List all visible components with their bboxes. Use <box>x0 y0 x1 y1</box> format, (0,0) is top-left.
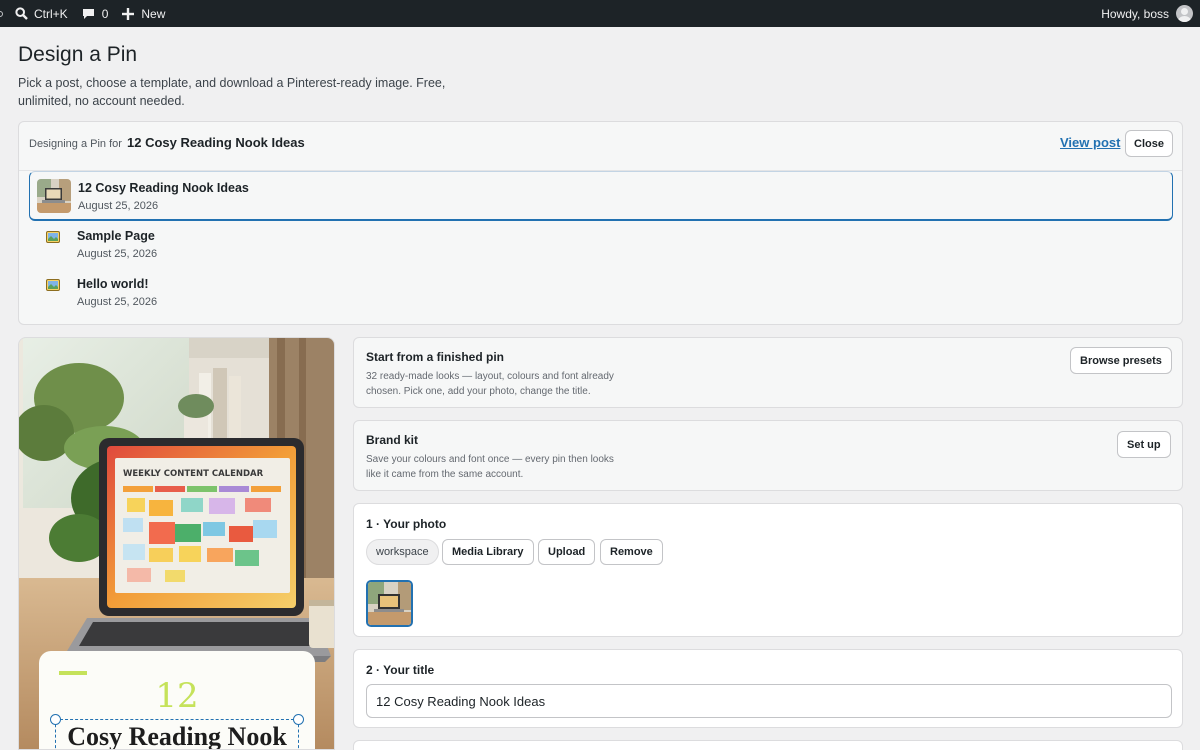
upload-button[interactable]: Upload <box>538 539 596 565</box>
howdy-greeting: Howdy, boss <box>1101 6 1169 21</box>
presets-title: Start from a finished pin <box>366 350 505 364</box>
pin-text-card: 12 Cosy Reading Nook <box>39 651 315 750</box>
title-panel: 2 · Your title <box>353 649 1183 728</box>
title-step-title: 2 · Your title <box>366 663 435 677</box>
pin-preview: WEEKLY CONTENT CALENDAR 12 Cosy Reading … <box>18 337 335 750</box>
remove-button[interactable]: Remove <box>600 539 663 565</box>
post-title: 12 Cosy Reading Nook Ideas <box>78 181 249 195</box>
browse-presets-button[interactable]: Browse presets <box>1070 347 1172 374</box>
post-date: August 25, 2026 <box>77 296 158 308</box>
post-selector: Designing a Pin for 12 Cosy Reading Nook… <box>18 121 1183 325</box>
comments-count: 0 <box>101 6 109 21</box>
post-title: Hello world! <box>77 277 149 291</box>
view-post-link[interactable]: View post <box>1060 135 1120 150</box>
brand-kit-panel: Brand kit Save your colours and font onc… <box>353 420 1183 491</box>
pin-accent-bar <box>59 671 87 675</box>
avatar <box>1176 5 1193 22</box>
post-title: Sample Page <box>77 229 155 243</box>
post-date: August 25, 2026 <box>78 200 159 212</box>
new-label: New <box>141 6 166 21</box>
brand-kit-title: Brand kit <box>366 433 419 447</box>
image-placeholder-icon <box>46 231 60 243</box>
designing-for-heading: Designing a Pin for 12 Cosy Reading Nook… <box>29 135 305 150</box>
pin-title-input[interactable] <box>366 684 1172 718</box>
page-description: Pick a post, choose a template, and down… <box>18 76 446 108</box>
new-content-button[interactable]: New <box>116 0 171 27</box>
admin-bar: Ctrl+K 0 New Howdy, boss <box>0 0 1200 27</box>
command-palette-button[interactable]: Ctrl+K <box>9 0 74 27</box>
close-button[interactable]: Close <box>1125 130 1173 157</box>
pin-title-text-box[interactable]: Cosy Reading Nook <box>55 719 299 750</box>
photo-panel: 1 · Your photo workspace Media Library U… <box>353 503 1183 637</box>
search-icon <box>15 7 28 20</box>
brand-kit-description: Save your colours and font once — every … <box>366 454 614 480</box>
pin-title: Cosy Reading Nook <box>67 722 287 750</box>
post-thumbnail <box>37 179 71 213</box>
screen-caption: WEEKLY CONTENT CALENDAR <box>123 469 264 479</box>
post-item-sample-page[interactable]: Sample Page August 25, 2026 <box>29 220 1173 270</box>
page-title: Design a Pin <box>18 43 138 66</box>
presets-description: 32 ready-made looks — layout, colours an… <box>366 371 614 397</box>
plus-icon <box>122 7 135 20</box>
selected-photo-thumbnail[interactable] <box>366 580 413 627</box>
wordpress-logo-icon[interactable] <box>0 10 3 17</box>
current-post-title: 12 Cosy Reading Nook Ideas <box>127 135 305 150</box>
designing-for-prefix: Designing a Pin for <box>29 138 122 150</box>
post-item-cosy-reading-nook[interactable]: 12 Cosy Reading Nook Ideas August 25, 20… <box>29 171 1173 221</box>
photo-keyword-chip[interactable]: workspace <box>366 539 439 565</box>
next-step-panel <box>353 740 1183 750</box>
search-shortcut-label: Ctrl+K <box>34 6 68 21</box>
image-placeholder-icon <box>46 279 60 291</box>
resize-handle-top-left[interactable] <box>50 714 61 725</box>
post-date: August 25, 2026 <box>77 248 158 260</box>
presets-panel: Start from a finished pin 32 ready-made … <box>353 337 1183 408</box>
photo-step-title: 1 · Your photo <box>366 517 447 531</box>
set-up-button[interactable]: Set up <box>1117 431 1171 458</box>
post-item-hello-world[interactable]: Hello world! August 25, 2026 <box>29 268 1173 318</box>
resize-handle-top-right[interactable] <box>293 714 304 725</box>
account-menu[interactable]: Howdy, boss <box>1101 5 1200 22</box>
comment-icon <box>82 8 94 19</box>
comments-button[interactable]: 0 <box>76 0 115 27</box>
media-library-button[interactable]: Media Library <box>442 539 534 565</box>
pin-number: 12 <box>155 676 199 716</box>
